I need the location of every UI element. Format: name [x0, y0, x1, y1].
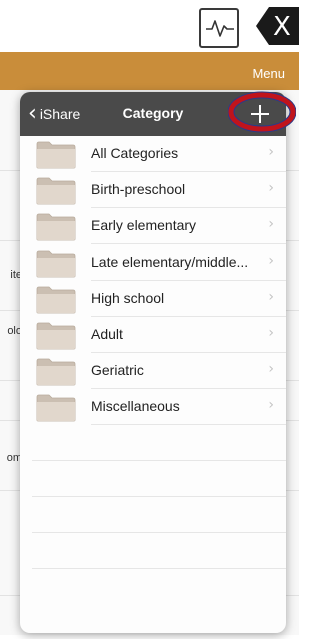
chevron-right-icon: › [268, 288, 274, 305]
chevron-right-icon: › [268, 180, 274, 197]
folder-icon [36, 286, 76, 314]
category-row[interactable]: High school › [20, 281, 286, 317]
category-label: Early elementary [91, 217, 197, 234]
row-divider [91, 424, 286, 426]
chevron-right-icon: › [268, 325, 274, 341]
category-label: Geriatric [91, 362, 144, 379]
category-row[interactable]: Geriatric › [20, 353, 286, 390]
menu-button[interactable]: Menu [252, 66, 285, 81]
folder-icon [36, 213, 76, 241]
empty-row-divider [32, 532, 286, 533]
background-row-text: ite [10, 269, 22, 281]
category-row[interactable]: Early elementary › [20, 208, 286, 245]
folder-icon [36, 250, 76, 278]
folder-icon [36, 358, 76, 386]
chevron-right-icon: › [268, 216, 274, 233]
close-icon: X [273, 12, 291, 42]
background-row-text: om [6, 452, 22, 464]
chevron-right-icon: › [268, 252, 274, 269]
empty-row-divider [32, 460, 286, 461]
category-row[interactable]: Adult › [20, 317, 286, 353]
category-label: Late elementary/middle... [91, 253, 249, 270]
category-label: Birth-preschool [91, 181, 186, 198]
category-row[interactable]: Miscellaneous › [20, 389, 286, 426]
chevron-right-icon: › [268, 361, 274, 378]
empty-row-divider [32, 568, 286, 569]
category-row[interactable]: Late elementary/middle... › [20, 245, 286, 281]
top-bar: X [0, 0, 299, 52]
chevron-right-icon: › [268, 397, 274, 414]
close-button[interactable]: X [255, 6, 299, 46]
category-row[interactable]: All Categories › [20, 136, 286, 172]
category-label: High school [91, 289, 165, 306]
activity-button[interactable] [199, 8, 239, 48]
folder-icon [36, 141, 76, 169]
folder-icon [36, 322, 76, 350]
category-row[interactable]: Birth-preschool › [20, 172, 286, 209]
annotation-ring [228, 91, 296, 133]
folder-icon [36, 177, 76, 205]
empty-row-divider [32, 496, 286, 497]
category-popover: ‹ iShare Category All Categories › Birth-p… [20, 92, 286, 633]
category-label: Adult [91, 326, 123, 342]
chevron-right-icon: › [268, 144, 274, 160]
category-label: All Categories [91, 145, 179, 161]
background-row-text: olo [7, 325, 22, 337]
category-label: Miscellaneous [91, 398, 180, 415]
activity-icon [206, 20, 234, 37]
folder-icon [36, 394, 76, 422]
